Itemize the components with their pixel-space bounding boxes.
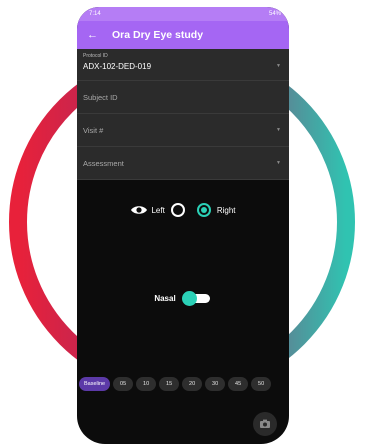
protocol-id-label: Protocol ID	[83, 53, 108, 59]
status-battery: 54%	[268, 11, 281, 17]
protocol-id-dropdown[interactable]: Protocol ID ADX-102-DED-019 ▼	[77, 49, 289, 81]
chip-15[interactable]: 15	[159, 377, 180, 391]
chevron-down-icon: ▼	[276, 63, 281, 69]
subject-id-placeholder: Subject ID	[83, 93, 118, 102]
subject-id-input[interactable]: Subject ID	[77, 81, 289, 114]
chip-45[interactable]: 45	[228, 377, 249, 391]
chip-baseline[interactable]: Baseline	[79, 377, 111, 391]
arrow-left-icon[interactable]: ←	[87, 29, 98, 41]
assessment-dropdown[interactable]: Assessment ▼	[77, 147, 289, 180]
camera-icon	[260, 419, 270, 428]
toggle-knob	[181, 291, 197, 306]
protocol-id-value: ADX-102-DED-019	[83, 62, 152, 71]
chip-10[interactable]: 10	[136, 377, 157, 391]
phone-screen: 7:14 54% ← Ora Dry Eye study Protocol ID…	[77, 7, 289, 444]
nasal-label: Nasal	[154, 293, 176, 303]
status-time: 7:14	[89, 11, 101, 17]
visit-dropdown[interactable]: Visit # ▼	[77, 114, 289, 147]
eye-selector: Left Right	[77, 199, 289, 221]
left-eye-label: Left	[151, 205, 165, 215]
camera-button[interactable]	[253, 412, 277, 436]
chevron-down-icon: ▼	[276, 127, 281, 133]
chip-30[interactable]: 30	[205, 377, 226, 391]
chip-05[interactable]: 05	[113, 377, 134, 391]
left-eye-radio[interactable]	[170, 203, 185, 217]
nasal-toggle-row: Nasal	[77, 290, 289, 306]
chip-50[interactable]: 50	[251, 377, 272, 391]
chip-20[interactable]: 20	[182, 377, 203, 391]
app-bar: ← Ora Dry Eye study	[77, 21, 289, 49]
chevron-down-icon: ▼	[276, 160, 281, 166]
timepoint-chips: Baseline 05 10 15 20 30 45 50	[77, 377, 289, 391]
assessment-placeholder: Assessment	[83, 159, 124, 168]
nasal-toggle[interactable]	[181, 291, 212, 306]
page-title: Ora Dry Eye study	[112, 29, 204, 41]
status-bar: 7:14 54%	[77, 7, 289, 21]
eye-icon	[131, 206, 148, 214]
right-eye-radio[interactable]	[196, 203, 211, 217]
right-eye-label: Right	[216, 205, 236, 215]
visit-placeholder: Visit #	[83, 126, 104, 135]
